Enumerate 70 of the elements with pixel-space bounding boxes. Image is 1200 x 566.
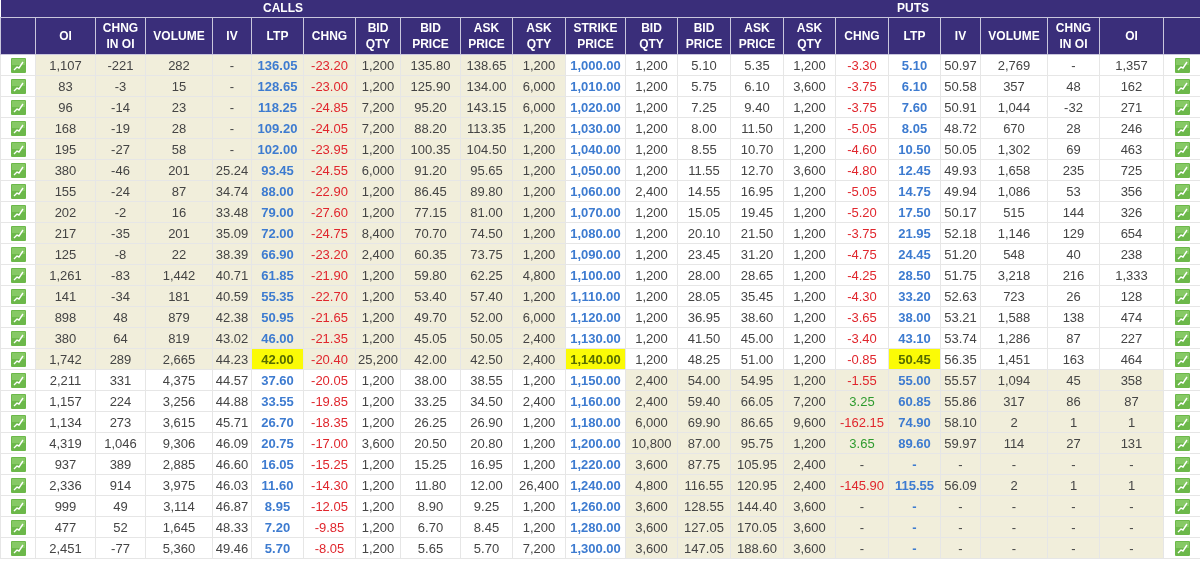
column-header: OI [35, 17, 96, 55]
chart-icon[interactable] [10, 120, 26, 136]
chart-icon[interactable] [10, 141, 26, 157]
chart-icon[interactable] [1174, 288, 1190, 304]
column-header: VOLUME [145, 17, 213, 55]
column-header: LTP [251, 17, 304, 55]
chart-icon[interactable] [10, 183, 26, 199]
column-header: BID PRICE [677, 17, 731, 55]
chart-icon[interactable] [1174, 477, 1190, 493]
chart-icon[interactable] [1174, 372, 1190, 388]
chart-icon[interactable] [10, 78, 26, 94]
chart-icon[interactable] [10, 246, 26, 262]
chart-icon[interactable] [10, 477, 26, 493]
column-header: VOLUME [980, 17, 1048, 55]
column-header: CHNG [835, 17, 889, 55]
chart-icon[interactable] [1174, 57, 1190, 73]
chart-icon[interactable] [1174, 519, 1190, 535]
column-header: CHNG IN OI [1047, 17, 1100, 55]
column-header: CHNG [303, 17, 356, 55]
chart-icon[interactable] [10, 540, 26, 556]
section-header: PUTS [625, 0, 1200, 18]
chart-icon[interactable] [1174, 204, 1190, 220]
chart-icon[interactable] [1174, 120, 1190, 136]
column-header: IV [940, 17, 981, 55]
chart-icon[interactable] [1174, 393, 1190, 409]
column-header: BID PRICE [400, 17, 461, 55]
column-header: BID QTY [625, 17, 678, 55]
column-header: ASK PRICE [730, 17, 784, 55]
chart-icon[interactable] [10, 99, 26, 115]
chart-icon[interactable] [10, 330, 26, 346]
chart-icon[interactable] [1174, 267, 1190, 283]
chart-icon[interactable] [1174, 498, 1190, 514]
chart-icon[interactable] [10, 498, 26, 514]
chart-icon[interactable] [10, 204, 26, 220]
chart-icon[interactable] [1174, 330, 1190, 346]
chart-icon[interactable] [10, 435, 26, 451]
chart-icon[interactable] [1174, 456, 1190, 472]
chart-icon[interactable] [10, 456, 26, 472]
chart-icon[interactable] [10, 351, 26, 367]
column-header: STRIKE PRICE [565, 17, 626, 55]
chart-icon[interactable] [1174, 540, 1190, 556]
column-header: ASK QTY [512, 17, 566, 55]
chart-icon[interactable] [10, 414, 26, 430]
chart-icon[interactable] [10, 57, 26, 73]
column-header: OI [1099, 17, 1164, 55]
chart-icon[interactable] [10, 519, 26, 535]
chart-icon[interactable] [10, 288, 26, 304]
column-header: ASK QTY [783, 17, 836, 55]
chart-icon[interactable] [1174, 351, 1190, 367]
chart-icon[interactable] [1174, 99, 1190, 115]
section-header: CALLS [0, 0, 566, 18]
chart-icon[interactable] [1174, 414, 1190, 430]
chart-icon[interactable] [1174, 183, 1190, 199]
chart-icon[interactable] [10, 393, 26, 409]
chart-icon[interactable] [1174, 162, 1190, 178]
chart-icon[interactable] [1174, 225, 1190, 241]
chart-icon[interactable] [1174, 78, 1190, 94]
column-header: LTP [888, 17, 941, 55]
chart-icon[interactable] [10, 372, 26, 388]
chart-icon[interactable] [1174, 141, 1190, 157]
chart-icon[interactable] [1174, 309, 1190, 325]
column-header: BID QTY [355, 17, 401, 55]
column-header: ASK PRICE [460, 17, 513, 55]
chart-icon[interactable] [1174, 435, 1190, 451]
column-header: CHNG IN OI [95, 17, 146, 55]
chart-icon[interactable] [10, 225, 26, 241]
chart-icon[interactable] [10, 309, 26, 325]
chart-icon[interactable] [10, 267, 26, 283]
chart-icon[interactable] [1174, 246, 1190, 262]
chart-icon[interactable] [10, 162, 26, 178]
